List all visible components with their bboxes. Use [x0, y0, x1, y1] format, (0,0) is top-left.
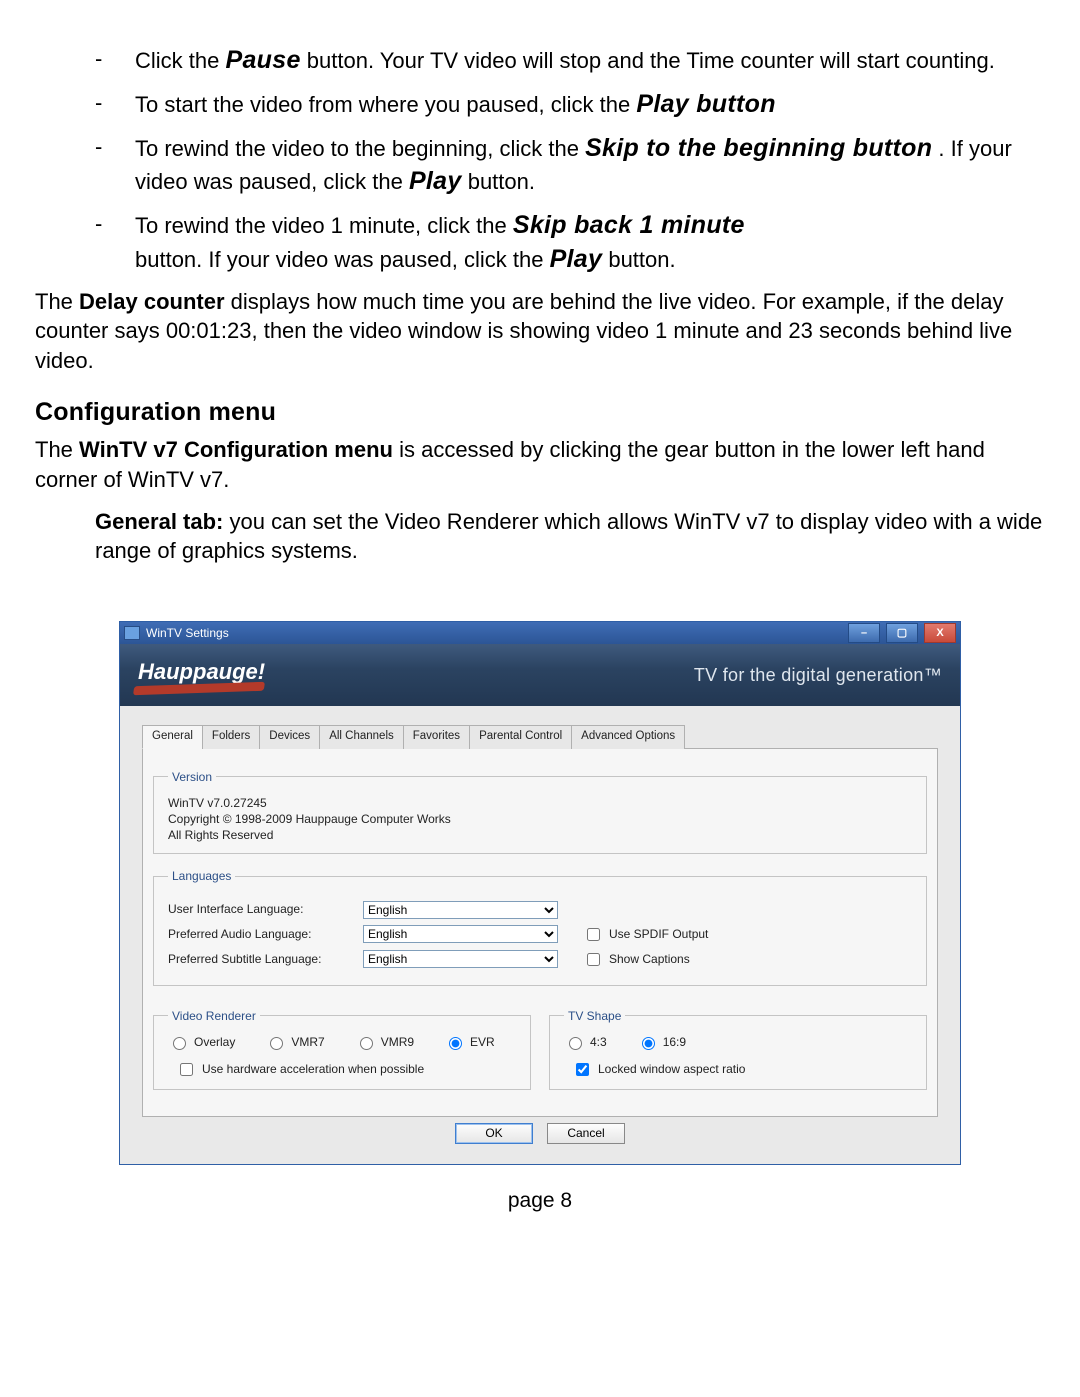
spdif-checkbox[interactable]: Use SPDIF Output [583, 925, 708, 944]
video-renderer-group: Video Renderer Overlay VMR7 VMR9 EVR Use… [153, 1008, 531, 1090]
general-tab-paragraph: General tab: you can set the Video Rende… [35, 507, 1045, 566]
tab-favorites[interactable]: Favorites [403, 725, 470, 749]
text: button. [608, 247, 675, 272]
cancel-button[interactable]: Cancel [547, 1123, 625, 1144]
minimize-button[interactable]: – [848, 623, 880, 643]
hw-accel-checkbox[interactable]: Use hardware acceleration when possible [176, 1060, 516, 1079]
version-legend: Version [168, 769, 216, 785]
tab-folders[interactable]: Folders [202, 725, 260, 749]
list-item: To rewind the video 1 minute, click the … [95, 209, 1045, 277]
renderer-evr-radio[interactable]: EVR [444, 1034, 495, 1050]
text: button. [468, 169, 535, 194]
window-icon [124, 626, 140, 640]
skip-beginning-strong: Skip to the beginning button [585, 134, 932, 162]
hw-accel-label: Use hardware acceleration when possible [202, 1061, 424, 1077]
text: button. If your video was paused, click … [135, 247, 550, 272]
config-menu-strong: WinTV v7 Configuration menu [79, 437, 393, 462]
instruction-list: Click the Pause button. Your TV video wi… [35, 44, 1045, 277]
version-line-2: Copyright © 1998-2009 Hauppauge Computer… [168, 811, 912, 827]
delay-counter-paragraph: The Delay counter displays how much time… [35, 287, 1045, 376]
tab-parental-control[interactable]: Parental Control [469, 725, 572, 749]
aspect-16-9-radio[interactable]: 16:9 [637, 1034, 686, 1050]
text: The [35, 437, 79, 462]
ok-button[interactable]: OK [455, 1123, 533, 1144]
aspect-4-3-radio[interactable]: 4:3 [564, 1034, 607, 1050]
delay-counter-strong: Delay counter [79, 289, 225, 314]
text: To rewind the video to the beginning, cl… [135, 136, 585, 161]
video-renderer-legend: Video Renderer [168, 1008, 260, 1024]
ui-language-label: User Interface Language: [168, 901, 363, 917]
text: The [35, 289, 79, 314]
tab-general[interactable]: General [142, 725, 203, 749]
languages-group: Languages User Interface Language: Engli… [153, 868, 927, 985]
configuration-menu-heading: Configuration menu [35, 396, 1045, 430]
audio-language-label: Preferred Audio Language: [168, 926, 363, 942]
text: To rewind the video 1 minute, click the [135, 213, 513, 238]
list-item: Click the Pause button. Your TV video wi… [95, 44, 1045, 78]
text: you can set the Video Renderer which all… [95, 509, 1042, 564]
captions-label: Show Captions [609, 951, 690, 967]
ui-language-select[interactable]: English [363, 901, 558, 919]
lock-aspect-label: Locked window aspect ratio [598, 1061, 745, 1077]
tab-all-channels[interactable]: All Channels [319, 725, 404, 749]
brand-slogan: TV for the digital generation™ [694, 663, 942, 687]
renderer-overlay-radio[interactable]: Overlay [168, 1034, 235, 1050]
pause-strong: Pause [225, 46, 300, 74]
renderer-vmr7-radio[interactable]: VMR7 [265, 1034, 324, 1050]
brand-bar: Hauppauge! TV for the digital generation… [120, 644, 960, 706]
text: button. Your TV video will stop and the … [307, 48, 995, 73]
titlebar: WinTV Settings – ▢ X [120, 622, 960, 644]
version-line-3: All Rights Reserved [168, 827, 912, 843]
renderer-vmr9-radio[interactable]: VMR9 [355, 1034, 414, 1050]
show-captions-checkbox[interactable]: Show Captions [583, 950, 690, 969]
audio-language-select[interactable]: English [363, 925, 558, 943]
subtitle-language-label: Preferred Subtitle Language: [168, 951, 363, 967]
tab-panel-general: Version WinTV v7.0.27245 Copyright © 199… [142, 749, 938, 1117]
brand-logo: Hauppauge! [138, 657, 265, 693]
spdif-label: Use SPDIF Output [609, 926, 708, 942]
play-strong: Play [409, 167, 462, 195]
skip-back-1min-strong: Skip back 1 minute [513, 211, 745, 239]
tab-advanced-options[interactable]: Advanced Options [571, 725, 685, 749]
play-strong: Play button [636, 90, 775, 118]
list-item: To start the video from where you paused… [95, 88, 1045, 122]
text: Click the [135, 48, 225, 73]
window-title: WinTV Settings [146, 625, 229, 641]
tab-devices[interactable]: Devices [259, 725, 320, 749]
list-item: To rewind the video to the beginning, cl… [95, 132, 1045, 200]
subtitle-language-select[interactable]: English [363, 950, 558, 968]
close-button[interactable]: X [924, 623, 956, 643]
version-line-1: WinTV v7.0.27245 [168, 795, 912, 811]
version-group: Version WinTV v7.0.27245 Copyright © 199… [153, 769, 927, 855]
configuration-menu-paragraph: The WinTV v7 Configuration menu is acces… [35, 435, 1045, 494]
tv-shape-group: TV Shape 4:3 16:9 Locked window aspect r… [549, 1008, 927, 1090]
page-footer: page 8 [35, 1187, 1045, 1215]
tab-strip: General Folders Devices All Channels Fav… [142, 724, 938, 749]
maximize-button[interactable]: ▢ [886, 623, 918, 643]
tv-shape-legend: TV Shape [564, 1008, 625, 1024]
languages-legend: Languages [168, 868, 235, 884]
play-strong: Play [550, 245, 603, 273]
text: To start the video from where you paused… [135, 92, 636, 117]
lock-aspect-checkbox[interactable]: Locked window aspect ratio [572, 1060, 912, 1079]
general-tab-strong: General tab: [95, 509, 223, 534]
wintv-settings-dialog: WinTV Settings – ▢ X Hauppauge! TV for t… [119, 621, 961, 1165]
